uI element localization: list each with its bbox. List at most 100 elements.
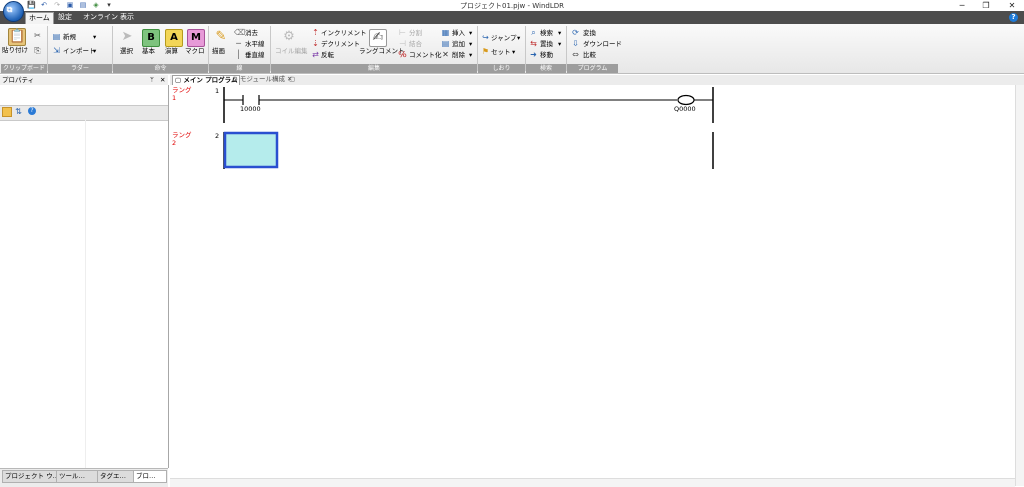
save-icon[interactable]: 💾 (27, 1, 36, 9)
eraser-icon: ⌫ (234, 28, 246, 37)
property-help-icon[interactable]: ? (28, 107, 36, 115)
pin-icon[interactable]: ᛘ (150, 76, 154, 84)
undo-icon[interactable]: ↶ (40, 1, 48, 9)
rung-comment-icon: ✍ (369, 29, 387, 47)
convert-icon: ⟳ (572, 28, 579, 37)
tab-settings[interactable]: 設定 (55, 12, 75, 23)
draw-line-button[interactable]: 描画 (212, 47, 225, 55)
monitor-icon[interactable]: ▣ (66, 1, 74, 9)
basic-instruction-icon: B (142, 29, 160, 47)
copy-icon[interactable]: ⎘ (33, 46, 42, 55)
erase-line-button[interactable]: 消去 (245, 29, 258, 37)
chevron-down-icon[interactable]: ▾ (469, 29, 472, 37)
select-cursor-icon: ➤ (121, 29, 133, 44)
comment-out-icon: ℅ (398, 50, 407, 59)
panel-close-icon[interactable]: ✕ (160, 76, 165, 84)
download-button[interactable]: ダウンロード (583, 40, 622, 48)
properties-panel-title: プロパティ (2, 76, 35, 84)
redo-icon[interactable]: ↷ (53, 1, 61, 9)
tab-module-config-label: モジュール構成 (239, 75, 285, 83)
paste-icon: 📋 (8, 28, 26, 46)
cut-icon[interactable]: ✂ (33, 31, 42, 40)
paste-button[interactable]: 貼り付け (2, 46, 28, 54)
tab-toolbox[interactable]: ツール… (56, 470, 100, 483)
customize-quick-access-icon[interactable]: ▾ (105, 1, 113, 9)
group-label-rung: ラダー (48, 64, 112, 73)
tab-home[interactable]: ホーム (25, 12, 54, 24)
chevron-down-icon[interactable]: ▾ (558, 29, 561, 37)
app-logo-icon: ⧉ (6, 5, 13, 14)
convert-button[interactable]: 変換 (583, 29, 596, 37)
delete-button[interactable]: 削除 (452, 51, 465, 59)
close-button[interactable]: ✕ (1004, 0, 1020, 11)
compare-button[interactable]: 比較 (583, 51, 596, 59)
window-title: プロジェクト01.pjw - WindLDR (460, 2, 564, 10)
help-icon[interactable]: ? (1009, 13, 1018, 22)
merge-button[interactable]: 結合 (409, 40, 422, 48)
calc-instruction-icon: A (165, 29, 183, 47)
find-button[interactable]: 検索 (540, 29, 553, 37)
vertical-scrollbar[interactable] (1015, 85, 1024, 486)
chevron-down-icon[interactable]: ▾ (558, 40, 561, 48)
calc-instruction-button[interactable]: 演算 (165, 47, 178, 55)
download-quick-icon[interactable]: ▤ (79, 1, 87, 9)
output-coil (677, 94, 695, 106)
chevron-down-icon[interactable]: ▾ (93, 33, 96, 41)
replace-icon: ⇆ (530, 39, 537, 48)
tab-tag-editor[interactable]: タグエ… (97, 470, 136, 483)
tab-block[interactable]: ブロ… (133, 470, 167, 483)
ladder-diagram (223, 87, 714, 169)
delete-icon: ✕ (442, 50, 449, 59)
basic-instruction-button[interactable]: 基本 (142, 47, 155, 55)
tab-project-window[interactable]: プロジェクト ウ… (2, 470, 59, 483)
sort-alpha-icon[interactable]: ⇅ (14, 107, 23, 116)
maximize-button[interactable]: ❐ (978, 0, 994, 11)
merge-icon: ⊣ (399, 39, 406, 48)
add-button[interactable]: 追加 (452, 40, 465, 48)
group-label-program: プログラム (567, 64, 618, 73)
increment-button[interactable]: インクリメント (321, 29, 367, 37)
chevron-down-icon[interactable]: ▾ (512, 48, 515, 56)
group-label-instruction: 命令 (113, 64, 208, 73)
chevron-down-icon[interactable]: ▾ (93, 47, 96, 55)
move-arrow-icon: ➜ (530, 50, 537, 59)
chevron-down-icon[interactable]: ▾ (469, 51, 472, 59)
bookmark-set-button[interactable]: セット (491, 48, 511, 56)
property-grid-divider (85, 119, 86, 468)
jump-button[interactable]: ジャンプ (491, 34, 516, 42)
replace-button[interactable]: 置換 (540, 40, 553, 48)
bookmark-set-icon: ⚑ (481, 47, 490, 56)
group-label-clipboard: クリップボード (1, 64, 47, 73)
tab-module-config[interactable]: ⚙ モジュール構成 ✕ (230, 75, 294, 84)
comment-out-button[interactable]: コメント化 (409, 51, 442, 59)
categorized-view-icon[interactable] (2, 107, 12, 117)
insert-button[interactable]: 挿入 (452, 29, 465, 37)
decrement-button[interactable]: デクリメント (321, 40, 360, 48)
new-rung-button[interactable]: 新規 (63, 33, 76, 41)
tab-view[interactable]: 表示 (117, 12, 137, 23)
new-tab-icon[interactable]: ▢ (287, 75, 297, 84)
split-button[interactable]: 分割 (409, 29, 422, 37)
vertical-line-button[interactable]: 垂直線 (245, 51, 265, 59)
cursor-cell[interactable] (223, 131, 279, 169)
macro-instruction-button[interactable]: マクロ (185, 47, 205, 55)
online-quick-icon[interactable]: ◈ (92, 1, 100, 9)
invert-button[interactable]: 反転 (321, 51, 334, 59)
horizontal-line-button[interactable]: 水平線 (245, 40, 265, 48)
select-button[interactable]: 選択 (120, 47, 133, 55)
invert-icon: ⇄ (312, 50, 319, 59)
chevron-down-icon[interactable]: ▾ (469, 40, 472, 48)
macro-instruction-icon: M (187, 29, 205, 47)
increment-icon: ⇡ (312, 28, 319, 37)
minimize-button[interactable]: ─ (954, 0, 970, 11)
coil-edit-button[interactable]: コイル編集 (275, 47, 308, 55)
tab-online[interactable]: オンライン (80, 12, 121, 23)
group-label-bookmark: しおり (478, 64, 525, 73)
group-label-search: 検索 (526, 64, 566, 73)
chevron-down-icon[interactable]: ▾ (517, 34, 520, 42)
group-label-line: 線 (209, 64, 270, 73)
move-button[interactable]: 移動 (540, 51, 553, 59)
import-button[interactable]: インポート (63, 47, 96, 55)
group-label-edit: 編集 (271, 64, 477, 73)
pencil-icon: ✎ (215, 29, 227, 44)
